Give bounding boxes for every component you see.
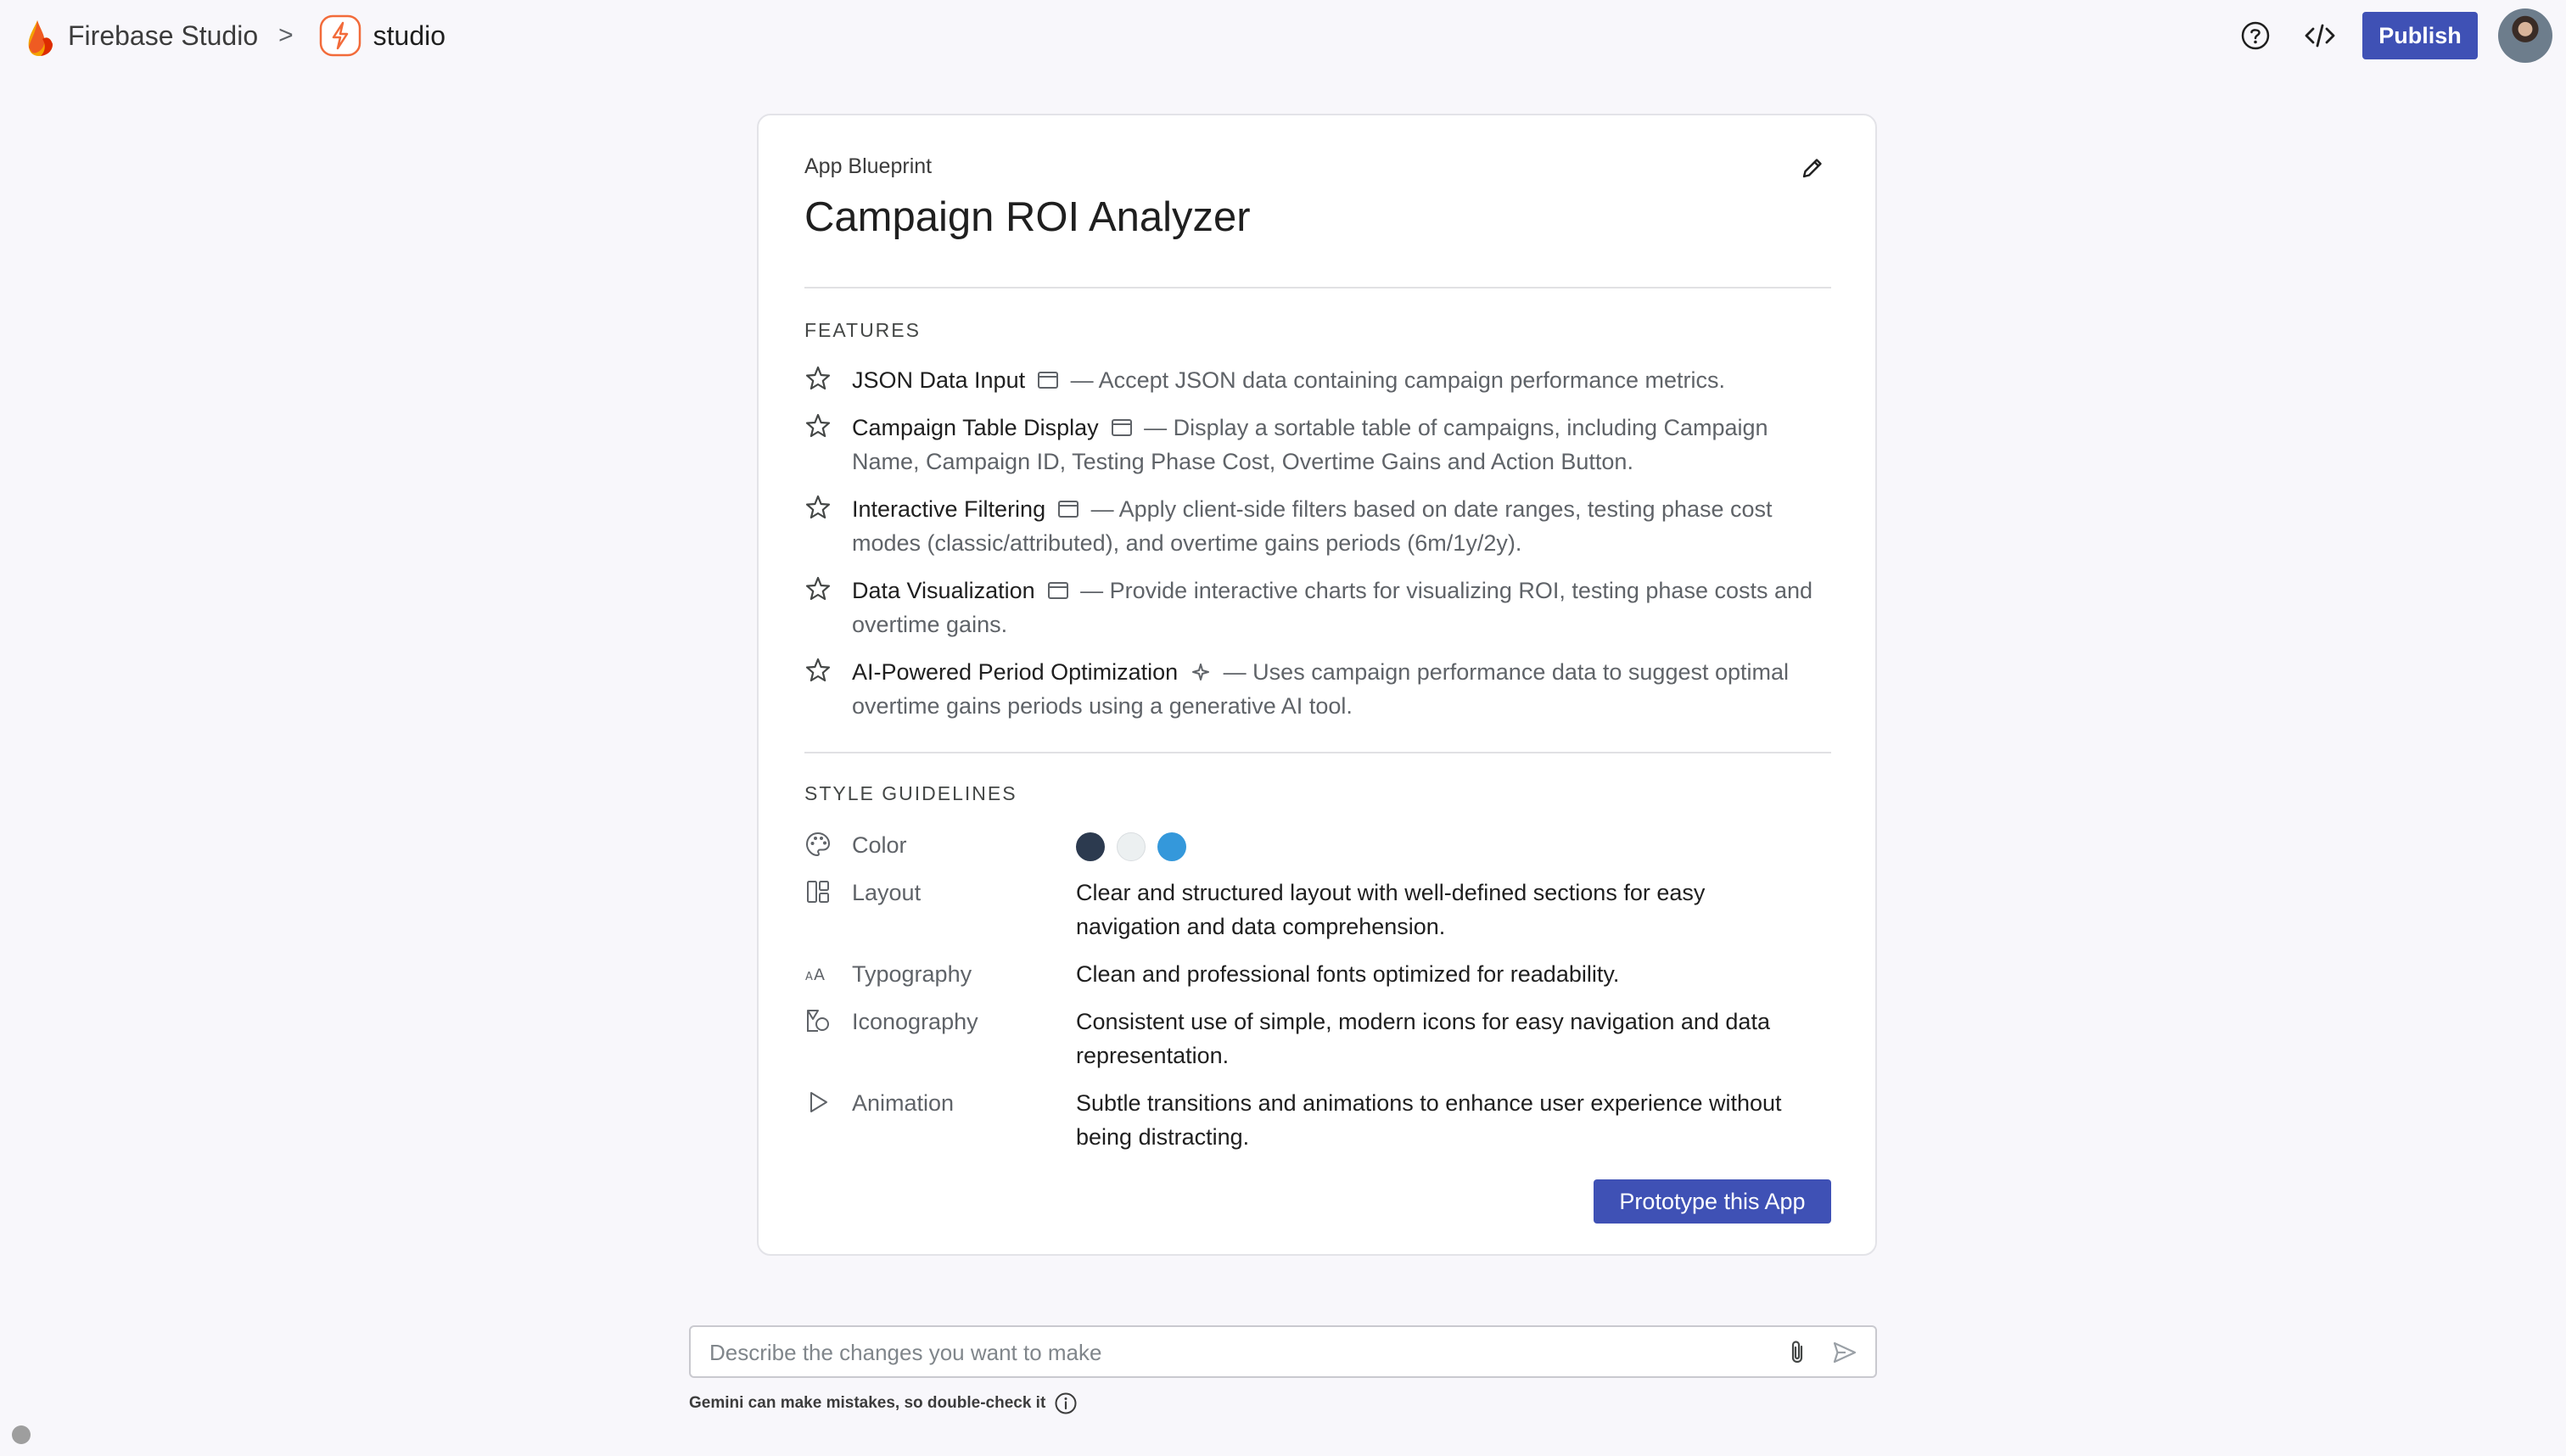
feature-description: — Accept JSON data containing campaign p… (1064, 367, 1725, 393)
window-icon (1047, 582, 1068, 599)
features-heading: FEATURES (804, 319, 921, 341)
disclaimer: Gemini can make mistakes, so double-chec… (689, 1392, 1078, 1415)
feature-item: JSON Data Input — Accept JSON data conta… (804, 363, 1831, 397)
breadcrumb-chevron-icon: > (278, 21, 294, 49)
code-icon (2305, 24, 2335, 48)
style-label: Typography (852, 961, 972, 987)
feature-description-cont: overtime gains. (852, 612, 1008, 637)
feature-description: — Provide interactive charts for visuali… (1073, 578, 1813, 603)
style-description: Clean and professional fonts optimized f… (1076, 961, 1620, 987)
attach-button[interactable] (1782, 1337, 1812, 1368)
style-row-animation: Animation Subtle transitions and animati… (804, 1086, 1831, 1154)
svg-text:A: A (805, 971, 813, 983)
divider (804, 287, 1831, 288)
color-swatch (1076, 832, 1105, 861)
feature-item: AI-Powered Period Optimization — Uses ca… (804, 655, 1831, 723)
style-label: Layout (852, 880, 922, 905)
project-icon (319, 14, 361, 57)
feature-description: — Apply client-side filters based on dat… (1084, 496, 1773, 522)
star-icon (805, 413, 831, 438)
color-swatch (1117, 832, 1146, 861)
style-description-cont: navigation and data comprehension. (1076, 914, 1446, 939)
style-row-typography: A A Typography Clean and professional fo… (804, 957, 1831, 991)
window-icon (1038, 372, 1059, 389)
style-description: Consistent use of simple, modern icons f… (1076, 1009, 1770, 1034)
play-icon (810, 1092, 827, 1112)
feature-description-cont: modes (classic/attributed), and overtime… (852, 530, 1522, 556)
top-bar: Firebase Studio > studio Publish (0, 0, 2566, 71)
sparkle-icon (1192, 664, 1210, 680)
avatar[interactable] (2498, 8, 2552, 63)
breadcrumb: Firebase Studio > studio (25, 14, 445, 58)
feature-name: Interactive Filtering (852, 496, 1046, 522)
style-label: Color (852, 832, 907, 858)
prompt-box (689, 1325, 1877, 1378)
brand-name[interactable]: Firebase Studio (68, 20, 258, 52)
publish-button[interactable]: Publish (2362, 12, 2478, 59)
help-icon (2241, 21, 2270, 50)
disclaimer-text: Gemini can make mistakes, so double-chec… (689, 1394, 1046, 1412)
paperclip-icon (1791, 1341, 1803, 1364)
palette-icon (805, 832, 831, 857)
feature-item: Data Visualization — Provide interactive… (804, 574, 1831, 641)
layout-icon (807, 881, 829, 903)
card-label: App Blueprint (804, 154, 933, 178)
feature-description: — Display a sortable table of campaigns,… (1137, 415, 1768, 440)
style-row-iconography: Iconography Consistent use of simple, mo… (804, 1005, 1831, 1072)
star-icon (805, 658, 831, 682)
style-label: Animation (852, 1090, 955, 1116)
send-button[interactable] (1829, 1337, 1860, 1368)
code-view-button[interactable] (2298, 14, 2342, 58)
app-blueprint-card: App Blueprint Campaign ROI Analyzer FEAT… (757, 114, 1877, 1256)
style-description-cont: representation. (1076, 1043, 1230, 1068)
send-icon (1833, 1341, 1857, 1364)
style-row-layout: Layout Clear and structured layout with … (804, 876, 1831, 944)
feature-name: Data Visualization (852, 578, 1035, 603)
style-description: Subtle transitions and animations to enh… (1076, 1090, 1782, 1116)
svg-text:A: A (814, 966, 825, 984)
prompt-input[interactable] (709, 1336, 1770, 1369)
window-icon (1111, 419, 1132, 436)
star-icon (805, 366, 831, 390)
page-title: Campaign ROI Analyzer (804, 194, 1251, 240)
pencil-icon (1802, 159, 1822, 178)
style-label: Iconography (852, 1009, 978, 1034)
feature-name: JSON Data Input (852, 367, 1026, 393)
star-icon (805, 576, 831, 601)
style-guidelines-heading: STYLE GUIDELINES (804, 782, 1017, 804)
window-icon (1058, 501, 1079, 518)
edit-button[interactable] (1794, 149, 1831, 187)
feature-item: Campaign Table Display — Display a sorta… (804, 411, 1831, 479)
help-button[interactable] (2233, 14, 2277, 58)
prototype-app-button[interactable]: Prototype this App (1594, 1179, 1831, 1224)
status-indicator (12, 1425, 31, 1444)
style-row-color: Color (804, 828, 1831, 862)
feature-name: AI-Powered Period Optimization (852, 659, 1179, 685)
feature-description-cont: overtime gains periods using a generativ… (852, 693, 1353, 719)
feature-description-cont: Name, Campaign ID, Testing Phase Cost, O… (852, 449, 1633, 474)
star-icon (805, 495, 831, 519)
feature-item: Interactive Filtering — Apply client-sid… (804, 492, 1831, 560)
divider (804, 752, 1831, 753)
style-description: Clear and structured layout with well-de… (1076, 880, 1706, 905)
firebase-logo-icon[interactable] (25, 14, 56, 58)
shapes-icon (807, 1010, 829, 1032)
feature-name: Campaign Table Display (852, 415, 1099, 440)
color-swatch (1157, 832, 1186, 861)
feature-description: — Uses campaign performance data to sugg… (1217, 659, 1790, 685)
project-name[interactable]: studio (373, 20, 445, 52)
color-swatches (1076, 828, 1831, 862)
typography-icon: A A (805, 966, 825, 984)
style-description-cont: being distracting. (1076, 1124, 1250, 1150)
info-icon[interactable] (1054, 1392, 1078, 1415)
